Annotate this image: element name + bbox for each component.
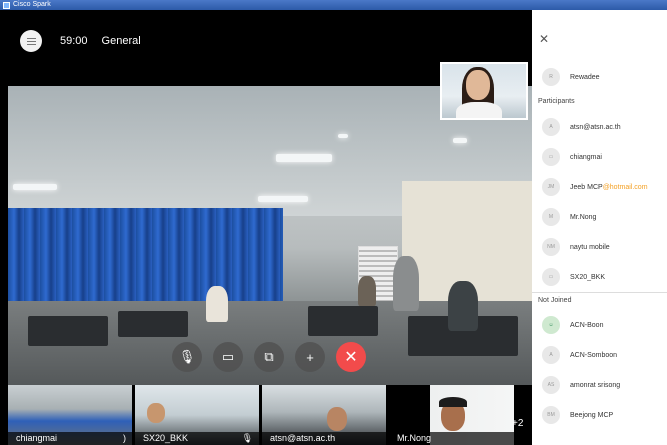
avatar: A — [542, 118, 560, 136]
blue-curtain — [8, 208, 283, 303]
ceiling-lamp — [258, 196, 308, 202]
participant-name: Jeeb MCP@hotmail.com — [570, 184, 648, 191]
close-icon: ✕ — [344, 349, 358, 366]
self-view-video[interactable] — [440, 62, 528, 120]
participant-row[interactable]: M Mr.Nong — [542, 208, 596, 226]
share-screen-button[interactable]: ⧉ — [254, 342, 284, 372]
desk — [28, 316, 108, 346]
audio-icon: ) — [123, 433, 126, 443]
participant-row[interactable]: ▭ chiangmai — [542, 148, 602, 166]
section-divider — [532, 292, 667, 293]
call-header: 59:00 General — [20, 30, 141, 52]
thumbnail-name: SX20_BKK — [143, 433, 189, 443]
not-joined-row[interactable]: A ACN-Somboon — [542, 346, 617, 364]
thumbnail-sx20-bkk[interactable]: SX20_BKK 🎙 — [135, 385, 259, 445]
avatar: A — [542, 346, 560, 364]
menu-button[interactable] — [20, 30, 42, 52]
camera-off-icon: ▭ — [221, 349, 235, 364]
participant-name: naytu mobile — [570, 243, 610, 251]
thumbnail-name: Mr.Nong — [397, 433, 432, 443]
thumbnail-name: atsn@atsn.ac.th — [270, 433, 336, 443]
participant-name: chiangmai — [570, 153, 602, 161]
menu-icon — [26, 37, 36, 39]
call-stage: 59:00 General 🎙 ▭ ⧉ + ✕ chiangmai) SX20… — [0, 10, 532, 445]
thumbnail-label: SX20_BKK 🎙 — [135, 432, 259, 445]
participant-row[interactable]: A atsn@atsn.ac.th — [542, 118, 621, 136]
participant-name: ACN-Boon — [570, 321, 604, 329]
call-timer: 59:00 — [60, 35, 88, 47]
participant-name: Rewadee — [570, 73, 600, 81]
avatar: R — [542, 68, 560, 86]
not-joined-header: Not Joined — [538, 297, 572, 304]
participant-name: Beejong MCP — [570, 411, 614, 419]
more-participants-count[interactable]: +2 — [512, 418, 523, 429]
not-joined-row[interactable]: AS amonrat srisong — [542, 376, 620, 394]
ceiling-lamp — [276, 154, 332, 162]
ceiling-lamp — [13, 184, 57, 190]
self-view-face — [466, 70, 490, 100]
window-title: Cisco Spark — [13, 1, 51, 8]
person-face — [147, 403, 165, 423]
not-joined-row[interactable]: BM Beejong MCP — [542, 406, 613, 424]
not-joined-row[interactable]: ☺ ACN-Boon — [542, 316, 603, 334]
participant-name: atsn@atsn.ac.th — [570, 123, 621, 131]
menu-icon-line — [26, 40, 36, 42]
space-name: General — [101, 35, 141, 47]
self-view-body — [456, 102, 502, 118]
ceiling-lamp — [453, 138, 467, 143]
app-window: Cisco Spark 59:00 General 🎙 ▭ ⧉ + ✕ chia… — [0, 0, 667, 445]
thumbnail-atsn[interactable]: atsn@atsn.ac.th — [262, 385, 386, 445]
participants-header: Participants — [538, 98, 575, 105]
app-icon — [3, 1, 10, 9]
close-icon[interactable]: ✕ — [539, 32, 549, 46]
thumbnail-label: Mr.Nong — [389, 432, 514, 445]
mute-button[interactable]: 🎙 — [172, 342, 202, 372]
participant-row[interactable]: JM Jeeb MCP@hotmail.com — [542, 178, 648, 196]
avatar: ▭ — [542, 268, 560, 286]
participant-name: Mr.Nong — [570, 213, 597, 221]
person — [358, 276, 376, 306]
participant-name: amonrat srisong — [570, 381, 621, 389]
participant-thumbnails: chiangmai ) SX20_BKK 🎙 atsn@atsn.ac.th M… — [8, 385, 532, 445]
thumbnail-label: atsn@atsn.ac.th — [262, 432, 386, 445]
thumbnail-label: chiangmai ) — [8, 432, 132, 445]
participant-name-text: Jeeb MCP — [570, 183, 603, 191]
share-screen-icon: ⧉ — [264, 349, 274, 364]
participant-name: ACN-Somboon — [570, 351, 618, 359]
person-hair — [439, 397, 467, 407]
microphone-off-icon: 🎙 — [241, 433, 253, 443]
person — [206, 286, 228, 322]
add-person-icon: + — [306, 349, 314, 365]
avatar: ▭ — [542, 148, 560, 166]
avatar: M — [542, 208, 560, 226]
end-call-button[interactable]: ✕ — [336, 342, 366, 372]
call-controls: 🎙 ▭ ⧉ + ✕ — [172, 342, 366, 372]
host-row[interactable]: R Rewadee — [542, 68, 600, 86]
ceiling-lamp — [338, 134, 348, 138]
microphone-off-icon: 🎙 — [178, 349, 196, 364]
desk — [118, 311, 188, 337]
menu-icon-line — [26, 43, 36, 45]
person — [448, 281, 478, 331]
participants-panel: ✕ R Rewadee Participants A atsn@atsn.ac.… — [532, 10, 667, 445]
video-off-button[interactable]: ▭ — [213, 342, 243, 372]
avatar: ☺ — [542, 316, 560, 334]
participant-row[interactable]: ▭ SX20_BKK — [542, 268, 605, 286]
participant-email-domain: @hotmail.com — [602, 183, 648, 191]
participant-name: SX20_BKK — [570, 273, 606, 281]
thumbnail-mr-nong[interactable]: Mr.Nong — [389, 385, 514, 445]
thumbnail-chiangmai[interactable]: chiangmai ) — [8, 385, 132, 445]
person — [393, 256, 419, 311]
participant-row[interactable]: NM naytu mobile — [542, 238, 610, 256]
avatar: NM — [542, 238, 560, 256]
avatar: JM — [542, 178, 560, 196]
add-participant-button[interactable]: + — [295, 342, 325, 372]
desk — [308, 306, 378, 336]
person-face — [327, 407, 347, 431]
avatar: BM — [542, 406, 560, 424]
thumbnail-name: chiangmai — [16, 433, 58, 443]
title-bar: Cisco Spark — [0, 0, 667, 10]
avatar: AS — [542, 376, 560, 394]
